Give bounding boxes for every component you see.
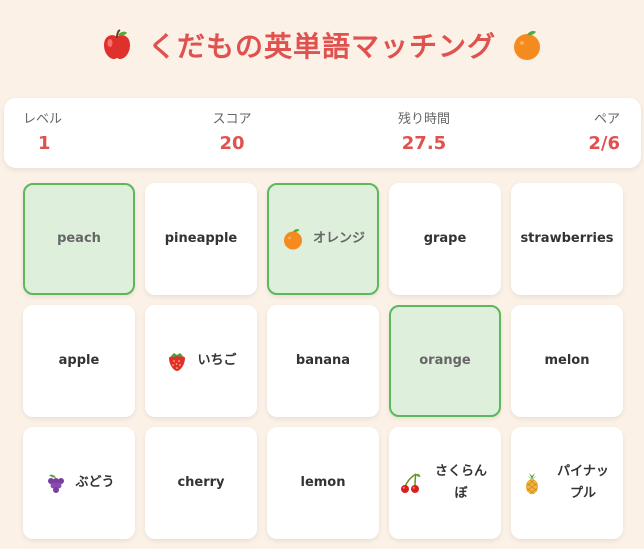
- card[interactable]: banana: [267, 305, 379, 417]
- card-label: lemon: [300, 475, 346, 490]
- time-value: 27.5: [401, 133, 447, 154]
- pair-value: 2/6: [588, 133, 620, 154]
- card-label: strawberries: [520, 231, 614, 246]
- title-bar: くだもの英単語マッチング: [0, 22, 644, 68]
- card-label: grape: [423, 231, 467, 246]
- card[interactable]: peach: [23, 183, 135, 295]
- card-content: さくらんぼ: [398, 461, 492, 505]
- orange-icon: [514, 31, 540, 60]
- score-value: 20: [219, 133, 245, 154]
- card-label: pineapple: [164, 231, 238, 246]
- stats-panel: レベル 1 スコア 20 残り時間 27.5 ペア 2/6: [4, 98, 641, 168]
- card-label: apple: [58, 353, 100, 368]
- level-value: 1: [38, 133, 51, 154]
- card-label: さくらんぼ: [434, 464, 487, 501]
- card[interactable]: ぶどう: [23, 427, 135, 539]
- level-label: レベル: [23, 112, 63, 127]
- score-stat: スコア 20: [207, 108, 257, 154]
- card-label: banana: [295, 353, 351, 368]
- pair-stat: ペア 2/6: [588, 108, 620, 154]
- card-label: ぶどう: [75, 475, 115, 490]
- card[interactable]: lemon: [267, 427, 379, 539]
- card-label: cherry: [177, 475, 225, 490]
- card[interactable]: オレンジ: [267, 183, 379, 295]
- level-stat: レベル 1: [23, 108, 62, 154]
- card[interactable]: cherry: [145, 427, 257, 539]
- card-content: cherry: [177, 472, 224, 494]
- card-label: パイナップル: [557, 464, 609, 501]
- card-content: melon: [544, 350, 589, 372]
- page-title: くだもの英単語マッチング: [147, 30, 496, 63]
- card-content: いちご: [165, 349, 237, 373]
- pair-label: ペア: [593, 112, 620, 127]
- card-content: lemon: [300, 472, 345, 494]
- card[interactable]: いちご: [145, 305, 257, 417]
- card-content: pineapple: [165, 228, 238, 250]
- card-content: grape: [424, 228, 467, 250]
- card-content: peach: [57, 228, 101, 250]
- card[interactable]: パイナップル: [511, 427, 623, 539]
- strawberry-icon: [169, 353, 186, 371]
- cherries-icon: [401, 473, 421, 493]
- card[interactable]: grape: [389, 183, 501, 295]
- card[interactable]: apple: [23, 305, 135, 417]
- card[interactable]: さくらんぼ: [389, 427, 501, 539]
- card-grid: peach pineapple オレンジ grape strawberries apple…: [23, 183, 623, 540]
- card-label: orange: [419, 353, 471, 368]
- card-label: melon: [544, 353, 590, 368]
- card-content: orange: [419, 350, 471, 372]
- card-content: パイナップル: [520, 461, 614, 505]
- time-stat: 残り時間 27.5: [389, 108, 459, 154]
- card[interactable]: melon: [511, 305, 623, 417]
- orange-icon: [283, 229, 302, 250]
- grapes-icon: [48, 474, 65, 493]
- card[interactable]: pineapple: [145, 183, 257, 295]
- card-label: オレンジ: [312, 231, 365, 246]
- card-content: apple: [59, 350, 100, 372]
- card-content: ぶどう: [43, 471, 115, 495]
- pineapple-icon: [526, 473, 538, 495]
- card[interactable]: strawberries: [511, 183, 623, 295]
- card-label: peach: [57, 231, 101, 246]
- apple-icon: [103, 29, 130, 59]
- score-label: スコア: [212, 112, 252, 127]
- time-label: 残り時間: [397, 112, 450, 127]
- card-content: オレンジ: [281, 227, 365, 251]
- card-label: いちご: [197, 353, 237, 368]
- card-content: strawberries: [520, 228, 613, 250]
- card[interactable]: orange: [389, 305, 501, 417]
- card-content: banana: [296, 350, 350, 372]
